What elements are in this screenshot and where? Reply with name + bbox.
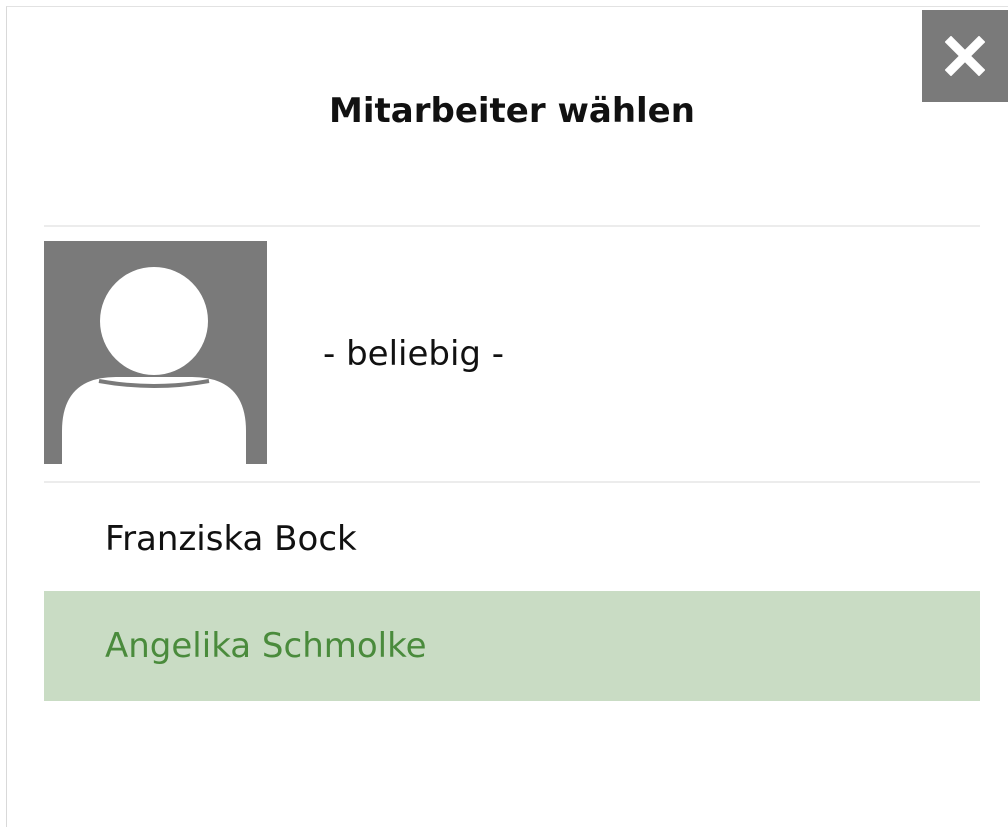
divider	[44, 225, 980, 227]
close-icon	[945, 36, 985, 76]
employee-item-selected[interactable]: Angelika Schmolke	[44, 591, 980, 701]
person-placeholder-icon	[62, 267, 246, 464]
option-any-label: - beliebig -	[323, 334, 505, 374]
option-any-employee[interactable]: - beliebig -	[44, 241, 980, 464]
avatar	[44, 241, 267, 464]
divider	[44, 481, 980, 483]
dialog-title: Mitarbeiter wählen	[329, 91, 695, 131]
employee-item[interactable]: Franziska Bock	[44, 484, 980, 594]
